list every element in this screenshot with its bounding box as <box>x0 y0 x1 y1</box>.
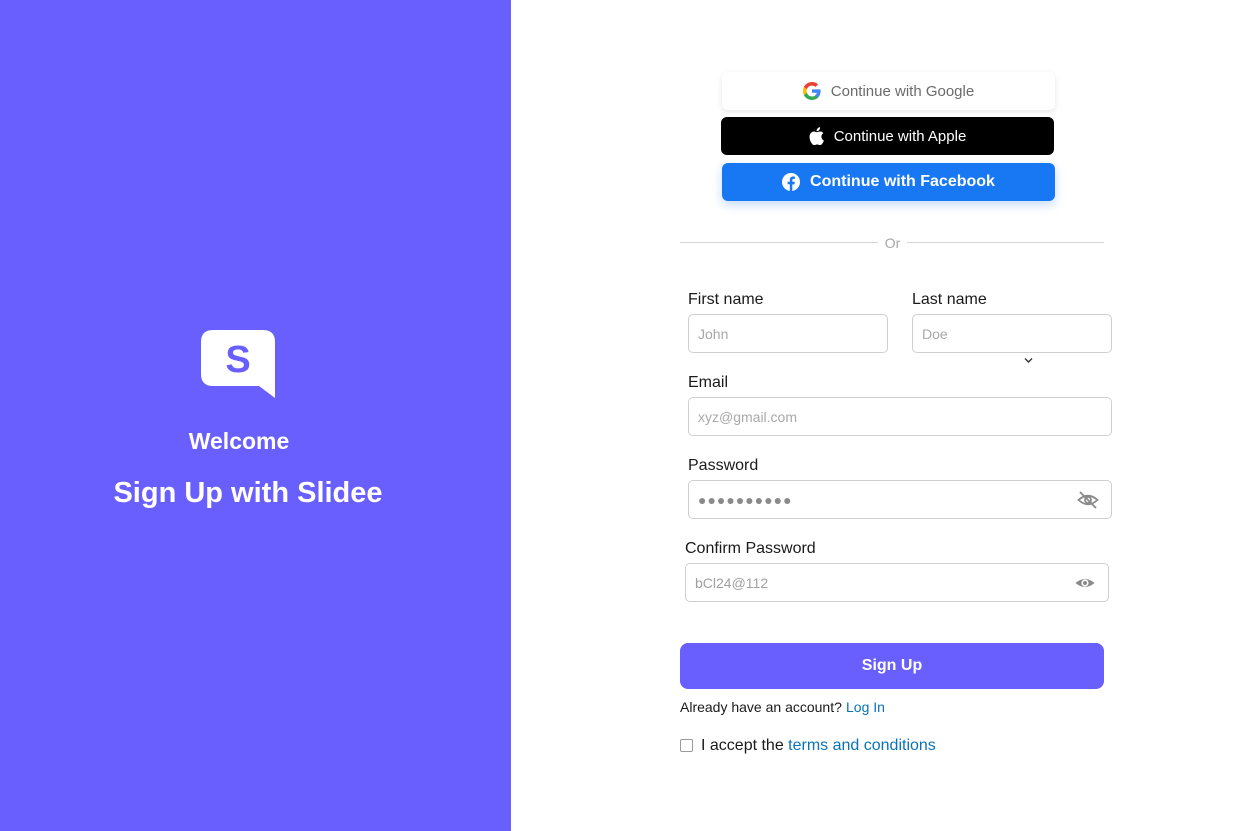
divider-line-left <box>680 242 878 243</box>
confirm-password-value: bCl24@112 <box>695 574 769 591</box>
eye-off-icon[interactable] <box>1077 490 1099 513</box>
password-input[interactable]: ●●●●●●●●●● <box>688 480 1112 519</box>
divider-line-right <box>907 242 1104 243</box>
facebook-icon <box>782 173 801 191</box>
terms-prefix: I accept the <box>701 737 784 754</box>
email-label: Email <box>688 374 729 391</box>
continue-with-apple-button[interactable]: Continue with Apple <box>721 117 1054 155</box>
slidee-logo-icon: S <box>201 330 275 398</box>
continue-with-facebook-button[interactable]: Continue with Facebook <box>722 163 1055 201</box>
email-input[interactable] <box>688 397 1112 436</box>
first-name-label: First name <box>688 291 764 308</box>
terms-checkbox[interactable] <box>680 739 693 752</box>
google-button-label: Continue with Google <box>830 82 975 100</box>
last-name-label: Last name <box>912 291 987 308</box>
apple-button-label: Continue with Apple <box>833 127 967 145</box>
account-prompt: Already have an account? <box>680 699 842 715</box>
terms-and-conditions-link[interactable]: terms and conditions <box>788 737 936 754</box>
last-name-input[interactable] <box>912 314 1112 353</box>
logo-letter: S <box>225 339 250 381</box>
chevron-down-icon[interactable] <box>1023 353 1034 371</box>
confirm-password-input[interactable]: bCl24@112 <box>685 563 1109 602</box>
facebook-button-label: Continue with Facebook <box>810 173 995 190</box>
google-icon <box>802 82 821 100</box>
password-label: Password <box>688 457 759 474</box>
continue-with-google-button[interactable]: Continue with Google <box>722 72 1055 110</box>
eye-icon[interactable] <box>1074 573 1096 596</box>
signup-page: S Welcome Sign Up with Slidee Continue w… <box>0 0 1246 831</box>
password-masked-value: ●●●●●●●●●● <box>698 491 793 508</box>
log-in-link[interactable]: Log In <box>846 699 885 715</box>
welcome-text: Welcome <box>188 428 290 454</box>
terms-text: I accept the terms and conditions <box>701 737 936 755</box>
page-headline: Sign Up with Slidee <box>113 477 383 509</box>
divider-or-label: Or <box>884 235 901 251</box>
first-name-input[interactable] <box>688 314 888 353</box>
apple-icon <box>809 127 824 145</box>
brand-panel: S Welcome Sign Up with Slidee <box>0 0 511 831</box>
confirm-password-label: Confirm Password <box>685 540 816 557</box>
sign-up-button[interactable]: Sign Up <box>680 643 1104 689</box>
